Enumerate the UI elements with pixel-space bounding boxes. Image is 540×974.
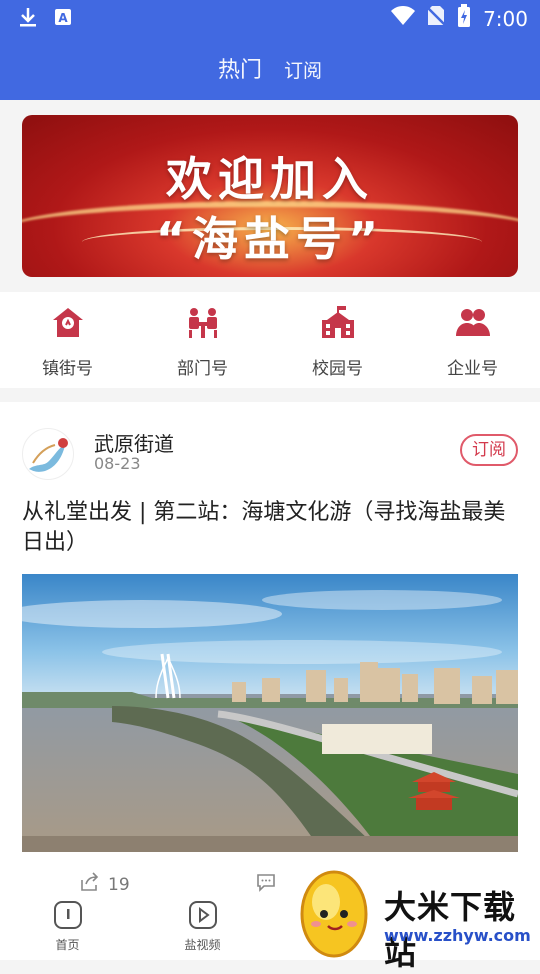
category-school[interactable]: 校园号 [270, 292, 405, 388]
source-avatar[interactable] [22, 428, 74, 480]
watermark-url: www.zzhyw.com [384, 926, 531, 945]
tabbar-label: 盐视频 [184, 938, 221, 952]
battery-icon [457, 4, 471, 33]
tab-hot[interactable]: 热门 [218, 52, 262, 84]
svg-text:A: A [58, 11, 68, 25]
app-notification-icon: A [54, 8, 72, 30]
share-stat[interactable]: 19 [80, 872, 130, 897]
site-watermark: 大米下载站 www.zzhyw.com [298, 862, 540, 972]
article-card[interactable]: 武原街道 08-23 订阅 从礼堂出发 | 第二站：海塘文化游（寻找海盐最美日出… [0, 402, 540, 882]
share-icon [80, 872, 100, 897]
source-name[interactable]: 武原街道 [94, 428, 174, 457]
tab-subscribe[interactable]: 订阅 [284, 56, 322, 83]
category-label: 校园号 [312, 359, 363, 379]
wifi-icon [391, 6, 416, 31]
comment-icon [256, 872, 276, 897]
article-title[interactable]: 从礼堂出发 | 第二站：海塘文化游（寻找海盐最美日出） [22, 498, 522, 558]
tabbar-label: 首页 [55, 938, 80, 952]
article-date: 08-23 [94, 454, 141, 473]
home-icon [53, 900, 83, 933]
share-count: 19 [108, 874, 130, 895]
category-enterprise[interactable]: 企业号 [405, 292, 540, 388]
subscribe-button[interactable]: 订阅 [460, 434, 518, 466]
status-time: 7:00 [483, 6, 528, 31]
house-icon [51, 306, 85, 340]
welcome-banner[interactable]: 欢迎加入 “海盐号” [22, 115, 518, 277]
category-label: 部门号 [177, 359, 228, 379]
article-cover-image[interactable] [22, 574, 518, 852]
download-icon [18, 6, 38, 32]
category-department[interactable]: 部门号 [135, 292, 270, 388]
people-icon [455, 306, 490, 340]
tabbar-item-home[interactable]: 首页 [0, 900, 135, 960]
no-sim-icon [426, 5, 446, 32]
banner-title-line1: 欢迎加入 [166, 152, 374, 206]
category-label: 镇街号 [42, 359, 93, 379]
category-label: 企业号 [447, 359, 498, 379]
category-town[interactable]: 镇街号 [0, 292, 135, 388]
top-nav: 热门 订阅 [0, 36, 540, 100]
category-row: 镇街号 部门号 校园号 企业号 [0, 292, 540, 388]
comment-stat[interactable] [256, 872, 276, 897]
video-icon [188, 900, 218, 933]
tabbar-item-video[interactable]: 盐视频 [135, 900, 270, 960]
banner-title-line2: “海盐号” [155, 212, 385, 266]
status-bar: A 7:00 [0, 0, 540, 36]
meeting-icon [186, 306, 220, 340]
school-icon [321, 306, 355, 340]
